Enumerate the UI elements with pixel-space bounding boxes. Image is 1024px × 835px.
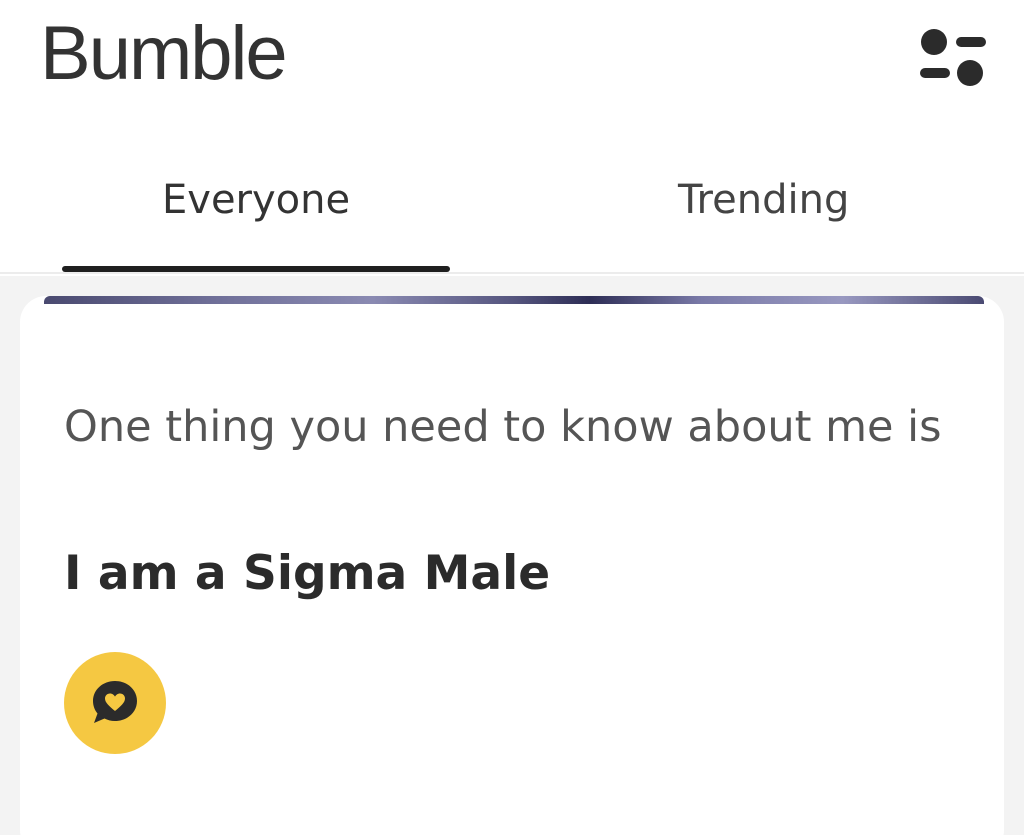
like-prompt-button[interactable]: [64, 652, 166, 754]
profile-prompt-card: One thing you need to know about me is I…: [20, 296, 1004, 835]
tab-trending[interactable]: Trending: [678, 180, 849, 220]
prompt-question: One thing you need to know about me is: [64, 402, 942, 452]
feed-area: One thing you need to know about me is I…: [0, 276, 1024, 835]
app-root: Bumble Everyone Trending One thing you n…: [0, 0, 1024, 835]
prompt-answer: I am a Sigma Male: [64, 546, 551, 601]
filter-sliders-icon: [920, 29, 986, 86]
filter-button[interactable]: [912, 24, 992, 94]
profile-photo-edge: [44, 296, 984, 304]
heart-chat-bubble-icon: [93, 681, 137, 723]
app-logo: Bumble: [40, 11, 288, 96]
tab-everyone[interactable]: Everyone: [162, 180, 350, 220]
app-header: Bumble: [0, 0, 1024, 130]
feed-tabs: Everyone Trending: [0, 160, 1024, 274]
active-tab-indicator: [62, 266, 450, 272]
